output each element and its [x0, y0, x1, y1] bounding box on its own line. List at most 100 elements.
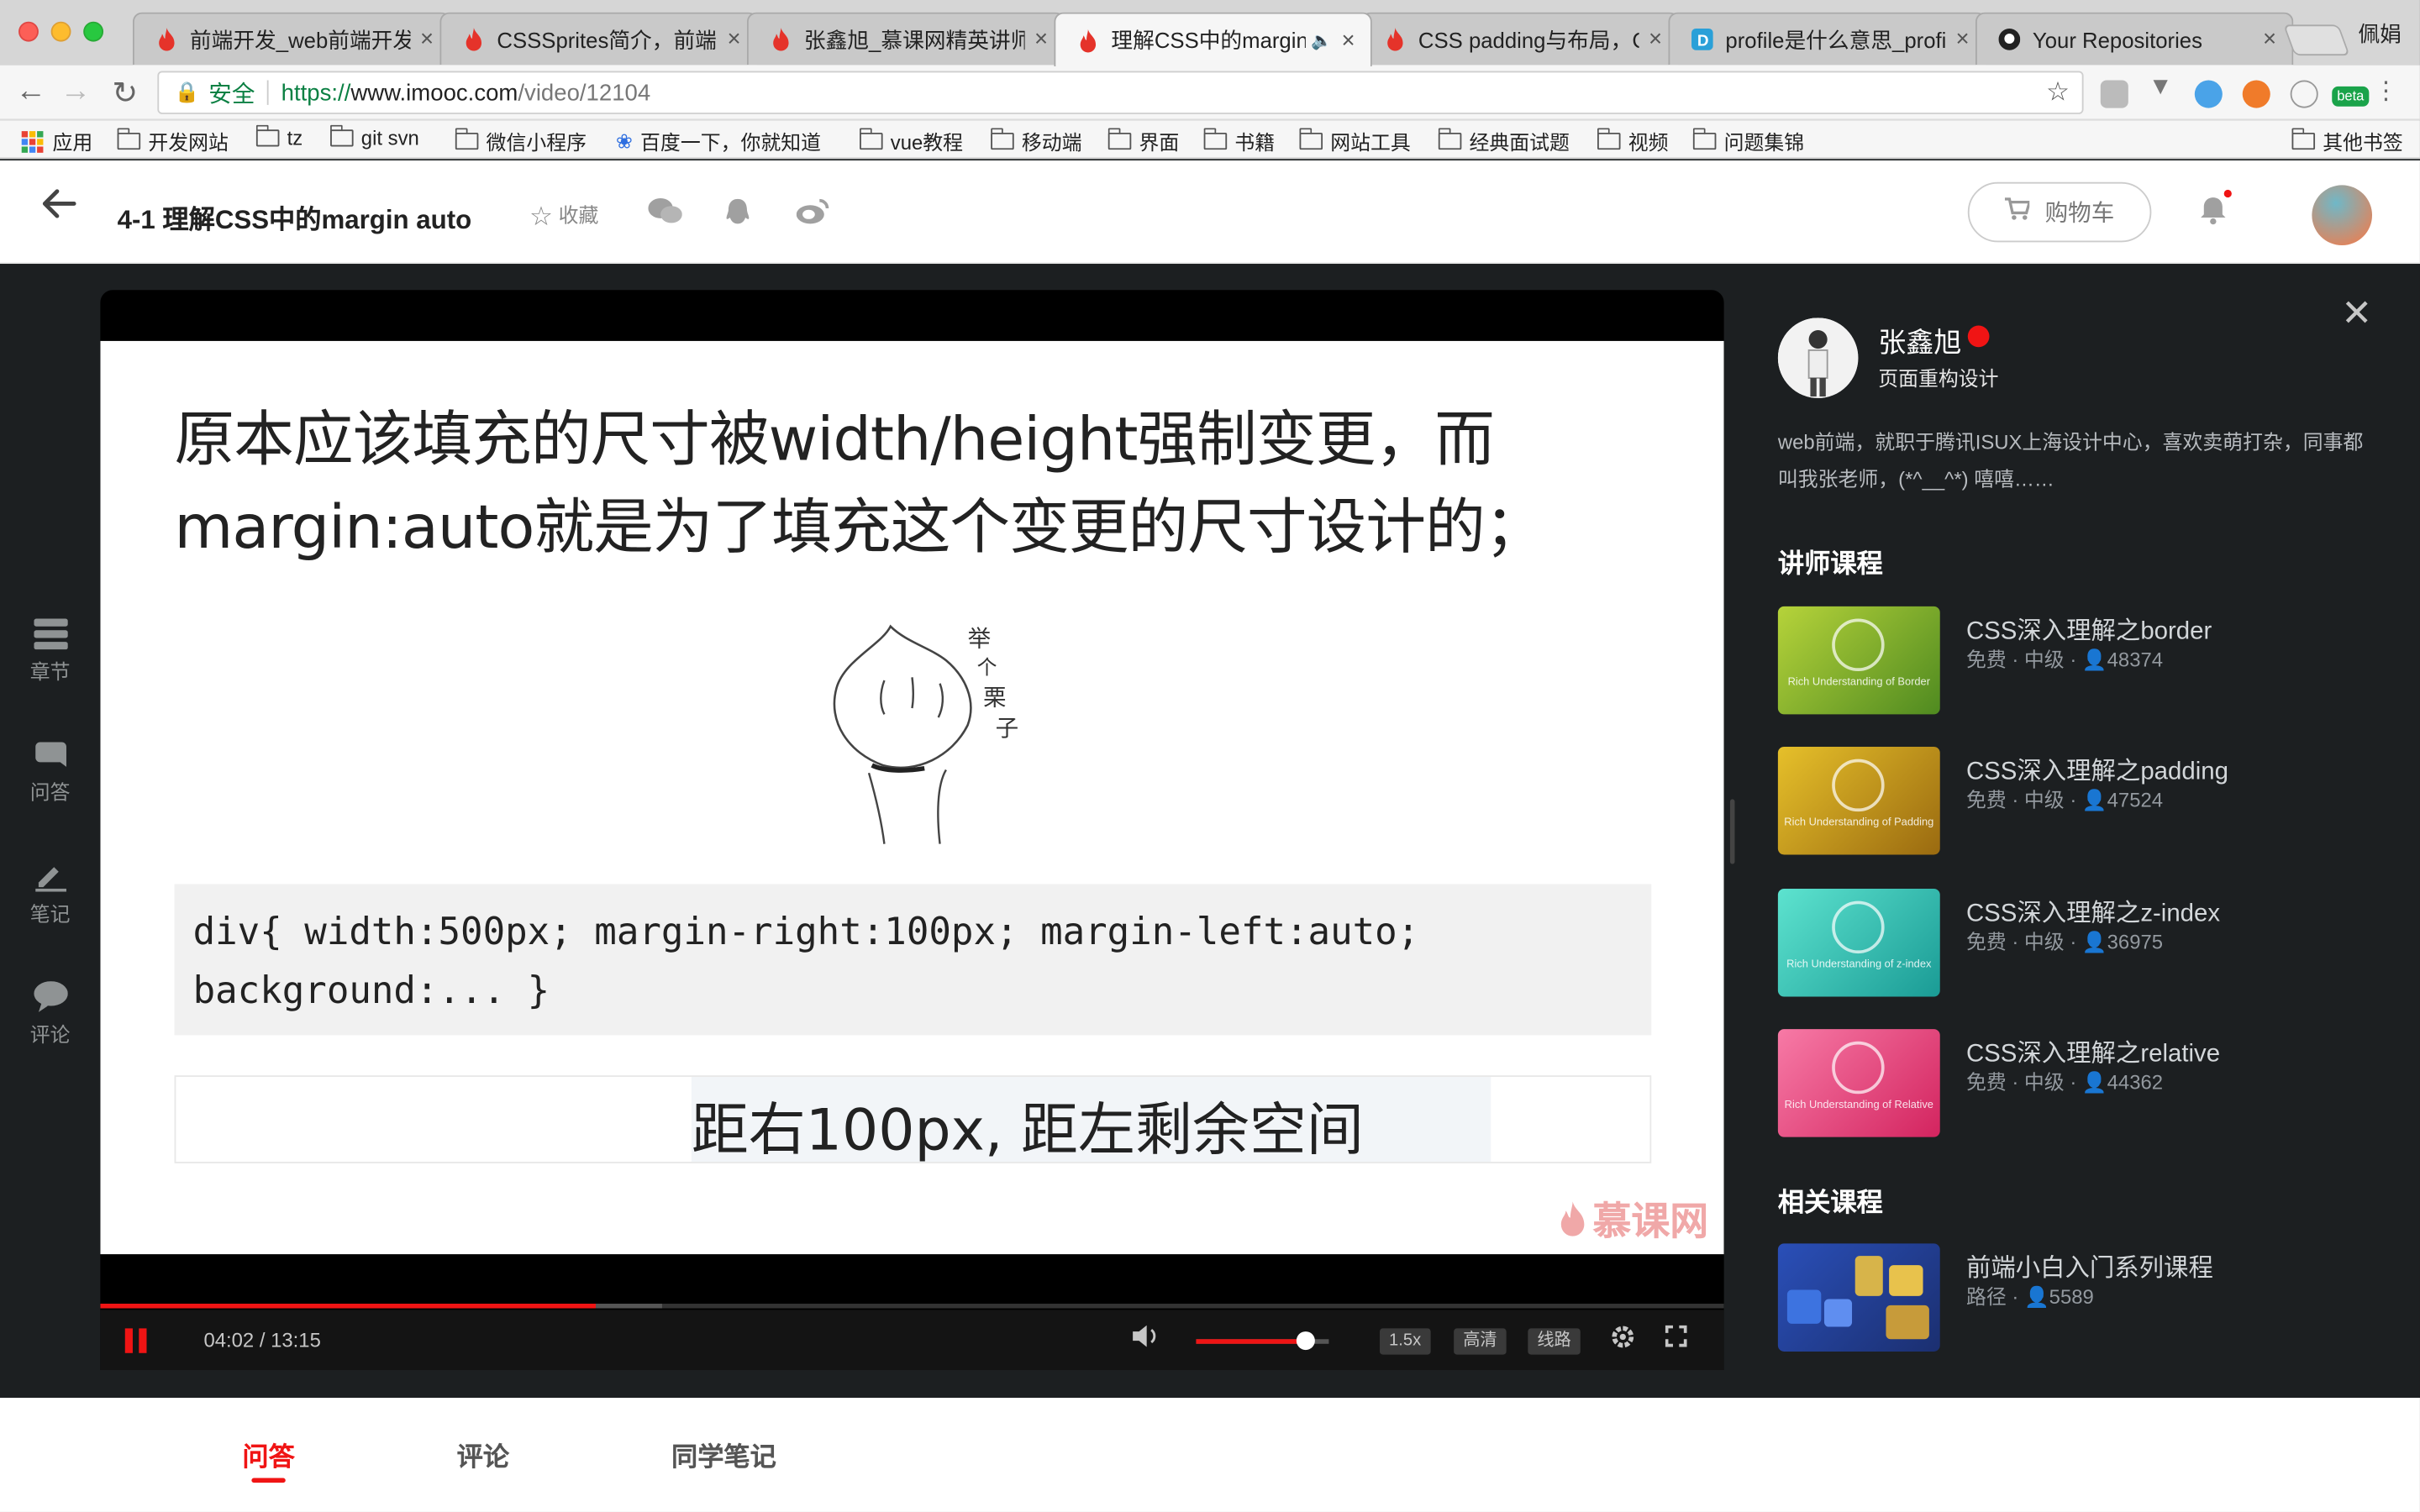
browser-tab[interactable]: Your Repositories ×: [1975, 12, 2294, 66]
window-zoom-button[interactable]: [83, 21, 104, 42]
reload-icon[interactable]: ↻: [107, 74, 144, 113]
slide-line: 原本应该填充的尺寸被width/height强制变更，而: [174, 406, 1495, 475]
bookmark-folder[interactable]: 经典面试题: [1438, 127, 1570, 156]
tab-qa[interactable]: 问答: [242, 1435, 294, 1473]
flame-icon: [771, 27, 792, 51]
extension-icon[interactable]: [2242, 80, 2270, 108]
window-minimize-button[interactable]: [50, 21, 71, 42]
side-nav-chapters[interactable]: 章节: [0, 618, 100, 685]
close-icon[interactable]: ×: [1034, 26, 1048, 52]
side-nav-notes[interactable]: 笔记: [0, 861, 100, 927]
side-nav-comments[interactable]: 评论: [0, 981, 100, 1047]
page-title: 4-1 理解CSS中的margin auto: [117, 205, 472, 235]
volume-icon[interactable]: [1131, 1324, 1159, 1357]
address-bar[interactable]: 🔒 安全 https:// www.imooc.com /video/12104…: [157, 71, 2084, 114]
bell-icon[interactable]: [2197, 194, 2228, 234]
tab-comments[interactable]: 评论: [457, 1435, 509, 1473]
browser-tab[interactable]: 张鑫旭_慕课网精英讲师 ×: [746, 12, 1065, 66]
wechat-icon[interactable]: [648, 197, 682, 225]
fullscreen-icon[interactable]: [1665, 1324, 1687, 1355]
course-meta-text: 路径 ·: [1965, 1284, 2024, 1309]
course-card[interactable]: Rich Understanding of Relative CSS深入理解之r…: [1777, 1029, 2396, 1137]
browser-tab-strip: 前端开发_web前端开发 × CSSSprites简介，前端 × 张鑫旭_慕课网…: [0, 0, 2420, 66]
bookmark-label: vue教程: [890, 131, 964, 155]
course-card[interactable]: Rich Understanding of z-index CSS深入理解之z-…: [1777, 888, 2396, 997]
progress-bar[interactable]: [100, 1304, 596, 1309]
bookmark-folder[interactable]: 书籍: [1202, 127, 1275, 156]
extension-icon[interactable]: [2194, 80, 2223, 108]
course-thumbnail: Rich Understanding of Padding: [1777, 746, 1940, 855]
back-arrow-icon[interactable]: [40, 185, 77, 233]
window-close-button[interactable]: [18, 21, 39, 42]
bookmark-folder[interactable]: 开发网站: [116, 127, 229, 156]
cart-icon: [2004, 197, 2032, 227]
browser-profile-name[interactable]: 佩娟: [2358, 18, 2401, 50]
course-card[interactable]: Rich Understanding of Border CSS深入理解之bor…: [1777, 606, 2396, 715]
video-player[interactable]: 原本应该填充的尺寸被width/height强制变更，而 margin:auto…: [100, 290, 1724, 1370]
teacher-avatar[interactable]: [1777, 318, 1859, 398]
extension-icon[interactable]: [2290, 80, 2318, 108]
browser-tab[interactable]: 前端开发_web前端开发 ×: [132, 12, 451, 66]
bookmark-label: 应用: [52, 131, 93, 155]
bookmark-folder[interactable]: 问题集锦: [1692, 127, 1804, 156]
bookmark-folder[interactable]: 界面: [1107, 127, 1179, 156]
side-nav-label: 笔记: [29, 902, 71, 927]
close-icon[interactable]: ×: [1342, 27, 1355, 53]
quality-button[interactable]: 高清: [1454, 1328, 1507, 1355]
forward-icon[interactable]: →: [57, 74, 94, 109]
bookmark-label: 经典面试题: [1469, 131, 1570, 155]
avatar[interactable]: [2312, 185, 2373, 246]
bookmark-folder[interactable]: tz: [255, 124, 302, 150]
bookmark-folder[interactable]: git svn: [329, 124, 419, 150]
browser-tab[interactable]: CSS padding与布局，C ×: [1360, 12, 1680, 66]
more-menu-icon[interactable]: ⋮: [2374, 76, 2398, 107]
back-icon[interactable]: ←: [13, 74, 50, 109]
doodle-char: 个: [977, 656, 997, 680]
close-icon[interactable]: ×: [1956, 26, 1970, 52]
related-courses-heading: 相关课程: [1777, 1188, 1883, 1218]
vue-devtools-icon[interactable]: ▼: [2149, 74, 2176, 102]
bookmark-folder[interactable]: 移动端: [990, 127, 1082, 156]
browser-tab-active[interactable]: 理解CSS中的margin 🔈 ×: [1054, 12, 1372, 66]
qq-icon[interactable]: [723, 197, 755, 225]
bookmark-folder[interactable]: 网站工具: [1298, 127, 1411, 156]
teacher-name[interactable]: 张鑫旭: [1878, 321, 1961, 361]
student-count: 36975: [2107, 930, 2164, 954]
new-tab-button[interactable]: [2283, 24, 2350, 56]
course-card[interactable]: Rich Understanding of Padding CSS深入理解之pa…: [1777, 746, 2396, 855]
close-icon[interactable]: ×: [2263, 26, 2276, 52]
url-scheme: https://: [281, 79, 351, 106]
bookmark-other[interactable]: 其他书签: [2291, 127, 2403, 156]
volume-level: [1196, 1339, 1305, 1344]
close-icon[interactable]: ×: [420, 26, 434, 52]
side-nav-label: 章节: [29, 660, 71, 684]
browser-tab[interactable]: D profile是什么意思_profi ×: [1668, 12, 1986, 66]
beta-extension-icon[interactable]: beta: [2332, 86, 2370, 107]
settings-gear-icon[interactable]: [1610, 1324, 1636, 1357]
extension-icon[interactable]: [2100, 80, 2128, 108]
related-course-card[interactable]: 前端小白入门系列课程 路径 · 👤5589: [1777, 1243, 2396, 1352]
close-icon[interactable]: ×: [1649, 26, 1662, 52]
bookmark-folder[interactable]: 视频: [1597, 127, 1669, 156]
cart-button[interactable]: 购物车: [1967, 181, 2152, 243]
bookmark-apps[interactable]: 应用: [21, 127, 93, 156]
close-panel-icon[interactable]: ✕: [2341, 291, 2372, 336]
bookmark-baidu[interactable]: ❀ 百度一下，你就知道: [616, 127, 821, 156]
bookmark-folder[interactable]: 微信小程序: [455, 127, 587, 156]
line-button[interactable]: 线路: [1528, 1328, 1581, 1355]
student-count: 5589: [2049, 1284, 2094, 1309]
weibo-icon[interactable]: [796, 197, 829, 225]
bookmark-folder[interactable]: vue教程: [859, 127, 964, 156]
panel-resize-handle[interactable]: [1729, 799, 1735, 864]
close-icon[interactable]: ×: [728, 26, 741, 52]
volume-slider-handle[interactable]: [1295, 1331, 1314, 1351]
side-nav-qa[interactable]: 问答: [0, 739, 100, 806]
speed-button[interactable]: 1.5x: [1380, 1328, 1431, 1355]
pause-button[interactable]: [124, 1328, 147, 1353]
browser-tab[interactable]: CSSSprites简介，前端 ×: [439, 12, 758, 66]
tab-classmate-notes[interactable]: 同学笔记: [671, 1435, 776, 1473]
thumb-caption: Rich Understanding of z-index: [1786, 959, 1932, 971]
speaker-icon[interactable]: 🔈: [1311, 30, 1332, 50]
bookmark-star-icon[interactable]: ☆: [2046, 77, 2070, 108]
collect-button[interactable]: ☆ 收藏: [529, 199, 598, 233]
